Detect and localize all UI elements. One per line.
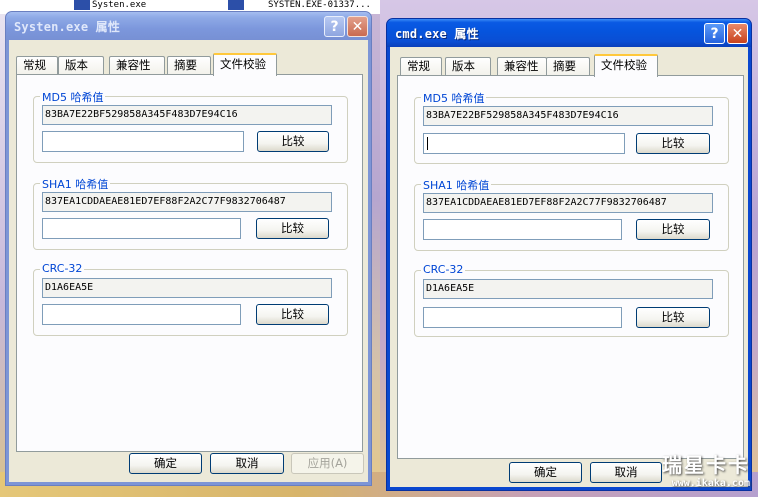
tab-panel: MD5 哈希值 83BA7E22BF529858A345F483D7E94C16…: [397, 75, 744, 459]
crc32-group: CRC-32 D1A6EA5E 比较: [33, 262, 348, 336]
sha1-compare-input[interactable]: [423, 219, 622, 240]
md5-group: MD5 哈希值 83BA7E22BF529858A345F483D7E94C16…: [414, 90, 729, 164]
exe-file-icon: [228, 0, 244, 10]
properties-dialog-systen: Systen.exe 属性 ? ✕ 常规 版本 兼容性 摘要 文件校验 MD5 …: [5, 11, 372, 486]
crc32-value: D1A6EA5E: [423, 279, 713, 299]
tab-compatibility[interactable]: 兼容性: [109, 56, 165, 75]
window-title: Systen.exe 属性: [14, 20, 121, 34]
crc32-compare-button[interactable]: 比较: [256, 304, 329, 325]
md5-compare-button[interactable]: 比较: [636, 133, 710, 154]
sha1-compare-button[interactable]: 比较: [636, 219, 710, 240]
tab-file-checksum[interactable]: 文件校验: [594, 54, 658, 77]
crc32-label: CRC-32: [40, 262, 85, 275]
tab-file-checksum[interactable]: 文件校验: [213, 53, 277, 76]
sha1-label: SHA1 哈希值: [40, 176, 111, 192]
crc32-compare-input[interactable]: [42, 304, 241, 325]
dialog-body: 常规 版本 兼容性 摘要 文件校验 MD5 哈希值 83BA7E22BF5298…: [9, 40, 368, 482]
sha1-compare-button[interactable]: 比较: [256, 218, 329, 239]
exe-file-icon: [74, 0, 90, 10]
md5-label: MD5 哈希值: [40, 89, 106, 105]
sha1-label: SHA1 哈希值: [421, 177, 492, 193]
sha1-value: 837EA1CDDAEAE81ED7EF88F2A2C77F9832706487: [423, 193, 713, 213]
crc32-value: D1A6EA5E: [42, 278, 332, 298]
tab-version[interactable]: 版本: [58, 56, 104, 75]
md5-value: 83BA7E22BF529858A345F483D7E94C16: [423, 106, 713, 126]
help-button[interactable]: ?: [324, 16, 345, 37]
md5-compare-button[interactable]: 比较: [257, 131, 329, 152]
site-watermark: 瑞星卡卡 www.ikaka.com: [662, 449, 750, 489]
md5-group: MD5 哈希值 83BA7E22BF529858A345F483D7E94C16…: [33, 89, 348, 163]
help-button[interactable]: ?: [704, 23, 725, 44]
tab-summary[interactable]: 摘要: [546, 57, 590, 76]
properties-dialog-cmd: cmd.exe 属性 ? ✕ 常规 版本 兼容性 摘要 文件校验 MD5 哈希值…: [386, 18, 752, 491]
close-button[interactable]: ✕: [347, 16, 368, 37]
tab-general[interactable]: 常规: [400, 57, 442, 76]
tab-general[interactable]: 常规: [16, 56, 58, 75]
md5-compare-input[interactable]: [42, 131, 244, 152]
desktop-item-label[interactable]: Systen.exe: [92, 0, 146, 10]
crc32-compare-input[interactable]: [423, 307, 622, 328]
close-button[interactable]: ✕: [727, 23, 748, 44]
ok-button[interactable]: 确定: [129, 453, 202, 474]
sha1-group: SHA1 哈希值 837EA1CDDAEAE81ED7EF88F2A2C77F9…: [33, 176, 348, 250]
text-caret: [427, 137, 428, 150]
md5-value: 83BA7E22BF529858A345F483D7E94C16: [42, 105, 332, 125]
sha1-value: 837EA1CDDAEAE81ED7EF88F2A2C77F9832706487: [42, 192, 332, 212]
crc32-label: CRC-32: [421, 263, 466, 276]
watermark-url: www.ikaka.com: [671, 478, 750, 489]
tab-compatibility[interactable]: 兼容性: [497, 57, 547, 76]
tab-panel: MD5 哈希值 83BA7E22BF529858A345F483D7E94C16…: [16, 74, 363, 452]
crc32-group: CRC-32 D1A6EA5E 比较: [414, 263, 729, 337]
window-title: cmd.exe 属性: [395, 27, 479, 41]
crc32-compare-button[interactable]: 比较: [636, 307, 710, 328]
md5-compare-input[interactable]: [423, 133, 625, 154]
apply-button[interactable]: 应用(A): [291, 453, 364, 474]
cancel-button[interactable]: 取消: [590, 462, 662, 483]
sha1-group: SHA1 哈希值 837EA1CDDAEAE81ED7EF88F2A2C77F9…: [414, 177, 729, 251]
cancel-button[interactable]: 取消: [210, 453, 284, 474]
watermark-logo-text: 瑞星卡卡: [662, 453, 750, 477]
title-bar[interactable]: cmd.exe 属性 ? ✕: [387, 19, 751, 47]
md5-label: MD5 哈希值: [421, 90, 487, 106]
tab-summary[interactable]: 摘要: [167, 56, 211, 75]
dialog-body: 常规 版本 兼容性 摘要 文件校验 MD5 哈希值 83BA7E22BF5298…: [390, 47, 748, 487]
desktop-item-label[interactable]: SYSTEN.EXE-01337...: [268, 0, 371, 10]
tab-version[interactable]: 版本: [445, 57, 491, 76]
ok-button[interactable]: 确定: [509, 462, 582, 483]
title-bar[interactable]: Systen.exe 属性 ? ✕: [6, 12, 371, 40]
sha1-compare-input[interactable]: [42, 218, 241, 239]
